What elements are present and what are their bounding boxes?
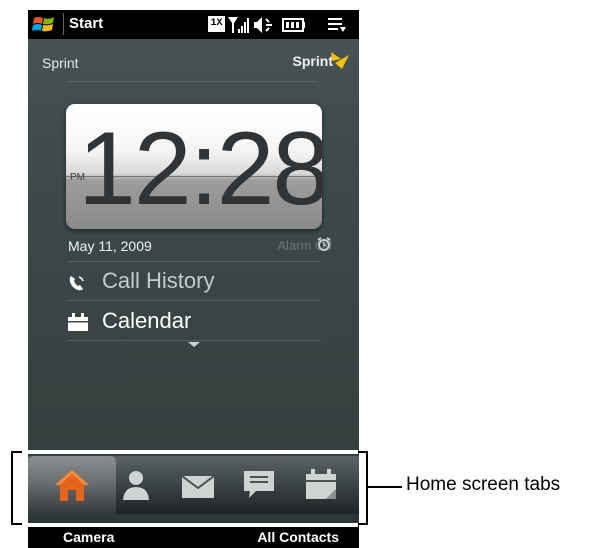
start-title[interactable]: Start: [69, 15, 103, 32]
callout-label: Home screen tabs: [406, 474, 561, 495]
call-history-item[interactable]: Call History: [102, 268, 214, 294]
menu-icon[interactable]: [328, 15, 348, 35]
network-label: 1X: [210, 18, 223, 29]
status-bar: Start 1X: [28, 10, 359, 39]
callout-leader-line: [368, 486, 402, 488]
divider: [68, 340, 321, 341]
battery-icon[interactable]: [282, 15, 306, 35]
divider: [68, 261, 321, 262]
divider: [68, 81, 318, 82]
windows-logo-icon[interactable]: [32, 14, 56, 36]
callout-bracket-gap: [22, 450, 358, 454]
status-divider: [63, 13, 64, 35]
carrier-logo-text: Sprint: [292, 53, 333, 69]
tabs-callout-bracket: [11, 451, 368, 525]
carrier-name: Sprint: [42, 55, 79, 71]
all-contacts-softkey[interactable]: All Contacts: [257, 529, 339, 545]
current-date: May 11, 2009: [68, 238, 152, 254]
divider: [68, 300, 321, 301]
callout-bracket-gap: [22, 523, 358, 527]
calendar-icon[interactable]: [68, 313, 88, 331]
sprint-logo-icon: [331, 52, 349, 69]
phone-icon[interactable]: [68, 274, 86, 292]
signal-strength-icon[interactable]: [228, 15, 250, 35]
alarm-clock-icon[interactable]: [317, 237, 331, 251]
speaker-icon[interactable]: [254, 15, 276, 35]
flip-clock[interactable]: 12:28 PM: [66, 104, 322, 229]
scroll-down-arrow-icon[interactable]: [188, 342, 200, 347]
clock-time: 12:28: [78, 111, 322, 227]
1x-data-icon: 1X: [208, 16, 225, 32]
camera-softkey[interactable]: Camera: [63, 529, 114, 545]
clock-ampm: PM: [70, 172, 85, 183]
soft-key-bar: Camera All Contacts: [28, 525, 359, 548]
calendar-item[interactable]: Calendar: [102, 308, 191, 334]
